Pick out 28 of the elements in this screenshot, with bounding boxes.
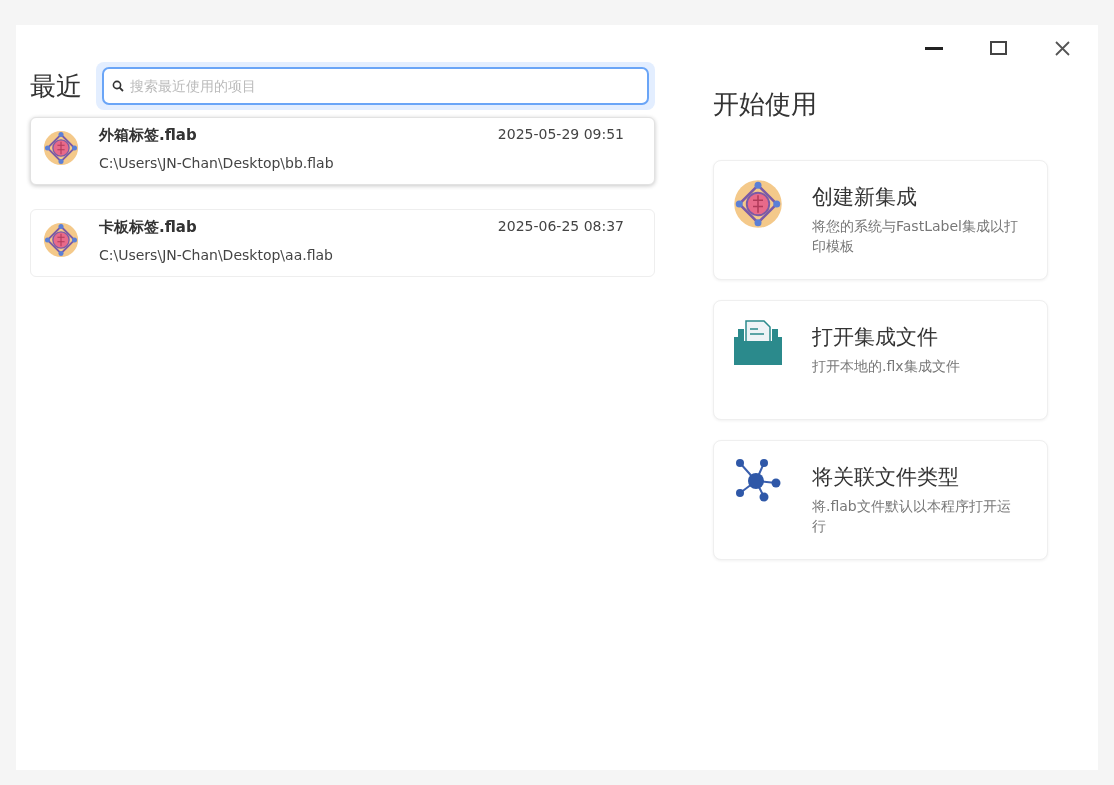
action-title: 打开集成文件 — [812, 324, 939, 351]
file-name: 外箱标签.flab — [99, 126, 197, 145]
action-title: 将关联文件类型 — [812, 464, 960, 491]
file-path: C:\Users\JN-Chan\Desktop\bb.flab — [99, 155, 335, 171]
close-icon — [1054, 40, 1070, 56]
recent-file-item[interactable]: 卡板标签.flab 2025-06-25 08:37 C:\Users\JN-Chan\Desktop\aa.flab — [30, 209, 655, 277]
file-time: 2025-06-25 08:37 — [497, 218, 624, 236]
action-description: 将您的系统与FastLabel集成以打印模板 — [812, 217, 1019, 256]
action-card[interactable]: 打开集成文件 打开本地的.flx集成文件 — [713, 300, 1048, 420]
file-time: 2025-05-29 09:51 — [497, 126, 624, 144]
file-path: C:\Users\JN-Chan\Desktop\aa.flab — [99, 247, 334, 263]
label-design-icon — [43, 130, 79, 166]
action-description: 打开本地的.flx集成文件 — [812, 357, 961, 376]
section-title: 开始使用 — [713, 88, 818, 121]
action-card[interactable]: 将关联文件类型 将.flab文件默认以本程序打开运行 — [713, 440, 1048, 560]
file-tray-icon — [732, 319, 784, 367]
action-description: 将.flab文件默认以本程序打开运行 — [812, 497, 1012, 536]
action-card[interactable]: 创建新集成 将您的系统与FastLabel集成以打印模板 — [713, 160, 1048, 280]
section-title: 最近 — [30, 69, 82, 103]
network-nodes-icon — [734, 459, 782, 503]
label-design-icon — [43, 222, 79, 258]
maximize-icon — [989, 41, 1007, 55]
file-name: 卡板标签.flab — [99, 218, 197, 237]
minimize-icon — [925, 46, 943, 50]
label-design-icon — [733, 179, 783, 229]
recent-file-item[interactable]: 外箱标签.flab 2025-05-29 09:51 C:\Users\JN-Chan\Desktop\bb.flab — [30, 117, 655, 185]
action-title: 创建新集成 — [812, 184, 918, 211]
search-field[interactable]: 搜索最近使用的项目 — [102, 67, 649, 105]
